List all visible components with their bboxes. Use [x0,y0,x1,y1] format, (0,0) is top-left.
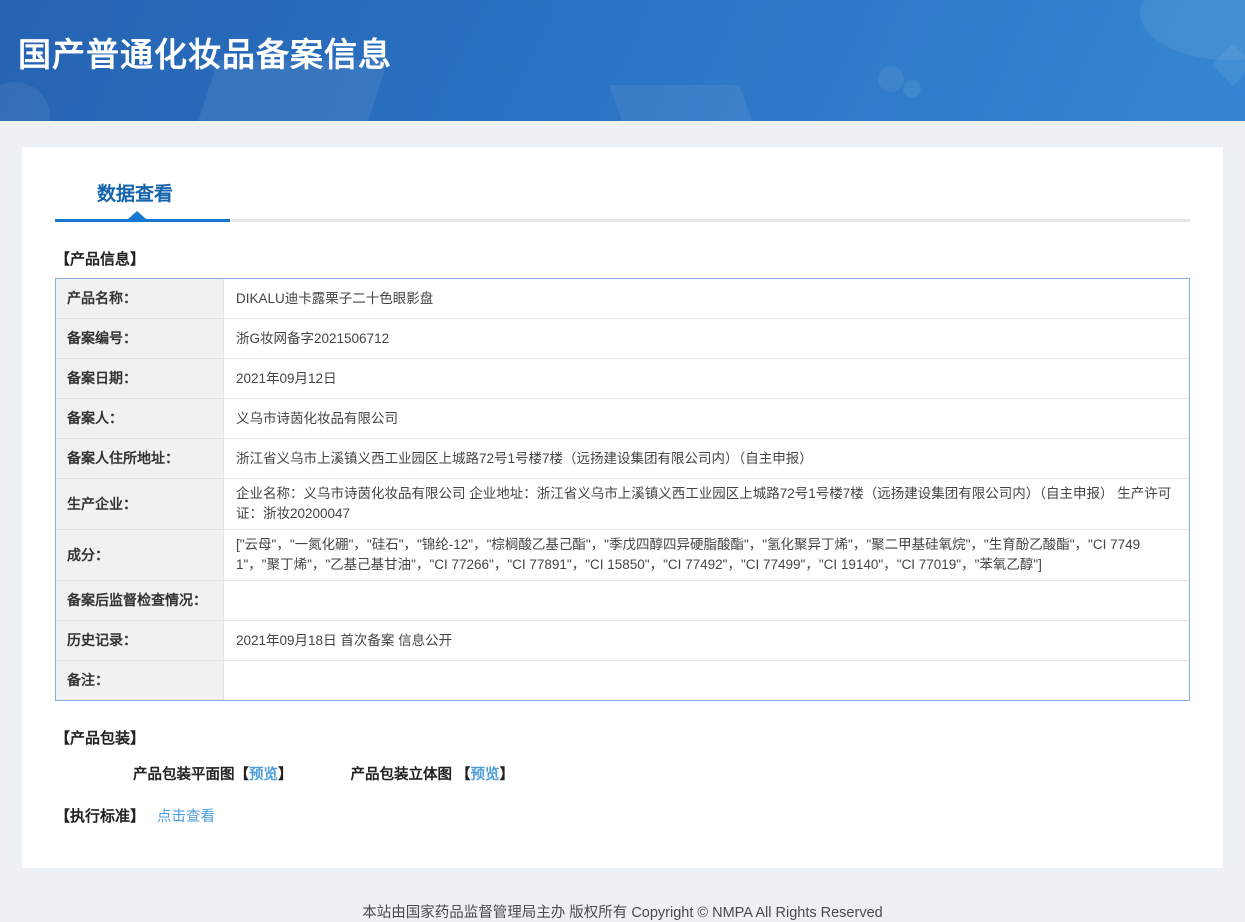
row-label: 备注： [56,661,224,700]
row-label: 备案编号： [56,319,224,358]
table-row-history: 历史记录： 2021年09月18日 首次备案 信息公开 [56,620,1189,660]
packaging-flat-view-label: 产品包装平面图 [133,767,235,783]
row-label: 备案人住所地址： [56,439,224,478]
row-label: 生产企业： [56,479,224,529]
packaging-section-title: 【产品包装】 [55,727,1190,748]
row-label: 备案后监督检查情况： [56,581,224,620]
row-value [224,581,1189,620]
row-value [224,661,1189,700]
table-row-remarks: 备注： [56,660,1189,700]
table-row-filing-address: 备案人住所地址： 浙江省义乌市上溪镇义西工业园区上城路72号1号楼7楼（远扬建设… [56,438,1189,478]
page-title: 国产普通化妆品备案信息 [0,0,1245,76]
standard-view-link[interactable]: 点击查看 [157,809,215,825]
table-row-manufacturer: 生产企业： 企业名称：义乌市诗茵化妆品有限公司 企业地址：浙江省义乌市上溪镇义西… [56,478,1189,529]
page-header-banner: 国产普通化妆品备案信息 [0,0,1245,121]
bracket: 】 [278,767,293,783]
product-info-table: 产品名称： DIKALU迪卡露栗子二十色眼影盘 备案编号： 浙G妆网备字2021… [55,278,1190,701]
row-value: 浙江省义乌市上溪镇义西工业园区上城路72号1号楼7楼（远扬建设集团有限公司内）（… [224,439,1189,478]
packaging-3d-view-preview-link[interactable]: 预览 [471,767,500,783]
row-value: 义乌市诗茵化妆品有限公司 [224,399,1189,438]
content-card: 数据查看 【产品信息】 产品名称： DIKALU迪卡露栗子二十色眼影盘 备案编号… [22,147,1223,868]
row-value: 2021年09月18日 首次备案 信息公开 [224,621,1189,660]
row-label: 成分： [56,530,224,580]
standard-section-title: 【执行标准】 [55,805,145,826]
bracket: 【 [456,767,471,783]
tab-underline [55,219,1190,222]
packaging-line: 产品包装平面图【预览】产品包装立体图 【预览】 [55,763,1190,784]
bracket: 】 [500,767,515,783]
packaging-3d-view-item: 产品包装立体图 【预览】 [351,763,515,784]
table-row-post-filing-inspection: 备案后监督检查情况： [56,580,1189,620]
row-label: 产品名称： [56,279,224,318]
row-value: DIKALU迪卡露栗子二十色眼影盘 [224,279,1189,318]
table-row-filing-date: 备案日期： 2021年09月12日 [56,358,1189,398]
banner-decoration-circle [0,82,50,121]
row-label: 备案日期： [56,359,224,398]
table-row-product-name: 产品名称： DIKALU迪卡露栗子二十色眼影盘 [56,279,1189,318]
row-label: 历史记录： [56,621,224,660]
banner-decoration-polygon [609,85,761,121]
table-row-filing-number: 备案编号： 浙G妆网备字2021506712 [56,318,1189,358]
row-value: 浙G妆网备字2021506712 [224,319,1189,358]
row-label: 备案人： [56,399,224,438]
footer-copyright: 本站由国家药品监督管理局主办 版权所有 Copyright © NMPA All… [0,901,1245,922]
table-row-ingredients: 成分： ["云母"，"一氮化硼"，"硅石"，"锦纶-12"，"棕榈酸乙基己酯"，… [56,529,1189,580]
packaging-3d-view-label: 产品包装立体图 [351,767,457,783]
bracket: 【 [235,767,250,783]
tab-active-indicator [55,219,230,222]
banner-decoration-circle [903,80,921,98]
packaging-flat-view-item: 产品包装平面图【预览】 [133,763,293,784]
row-value: ["云母"，"一氮化硼"，"硅石"，"锦纶-12"，"棕榈酸乙基己酯"，"季戊四… [224,530,1189,580]
table-row-filing-person: 备案人： 义乌市诗茵化妆品有限公司 [56,398,1189,438]
standard-line: 【执行标准】点击查看 [55,805,1190,826]
packaging-flat-view-preview-link[interactable]: 预览 [249,767,278,783]
row-value: 2021年09月12日 [224,359,1189,398]
product-info-section-title: 【产品信息】 [55,248,1190,269]
tab-bar: 数据查看 [55,147,1190,222]
row-value: 企业名称：义乌市诗茵化妆品有限公司 企业地址：浙江省义乌市上溪镇义西工业园区上城… [224,479,1189,529]
